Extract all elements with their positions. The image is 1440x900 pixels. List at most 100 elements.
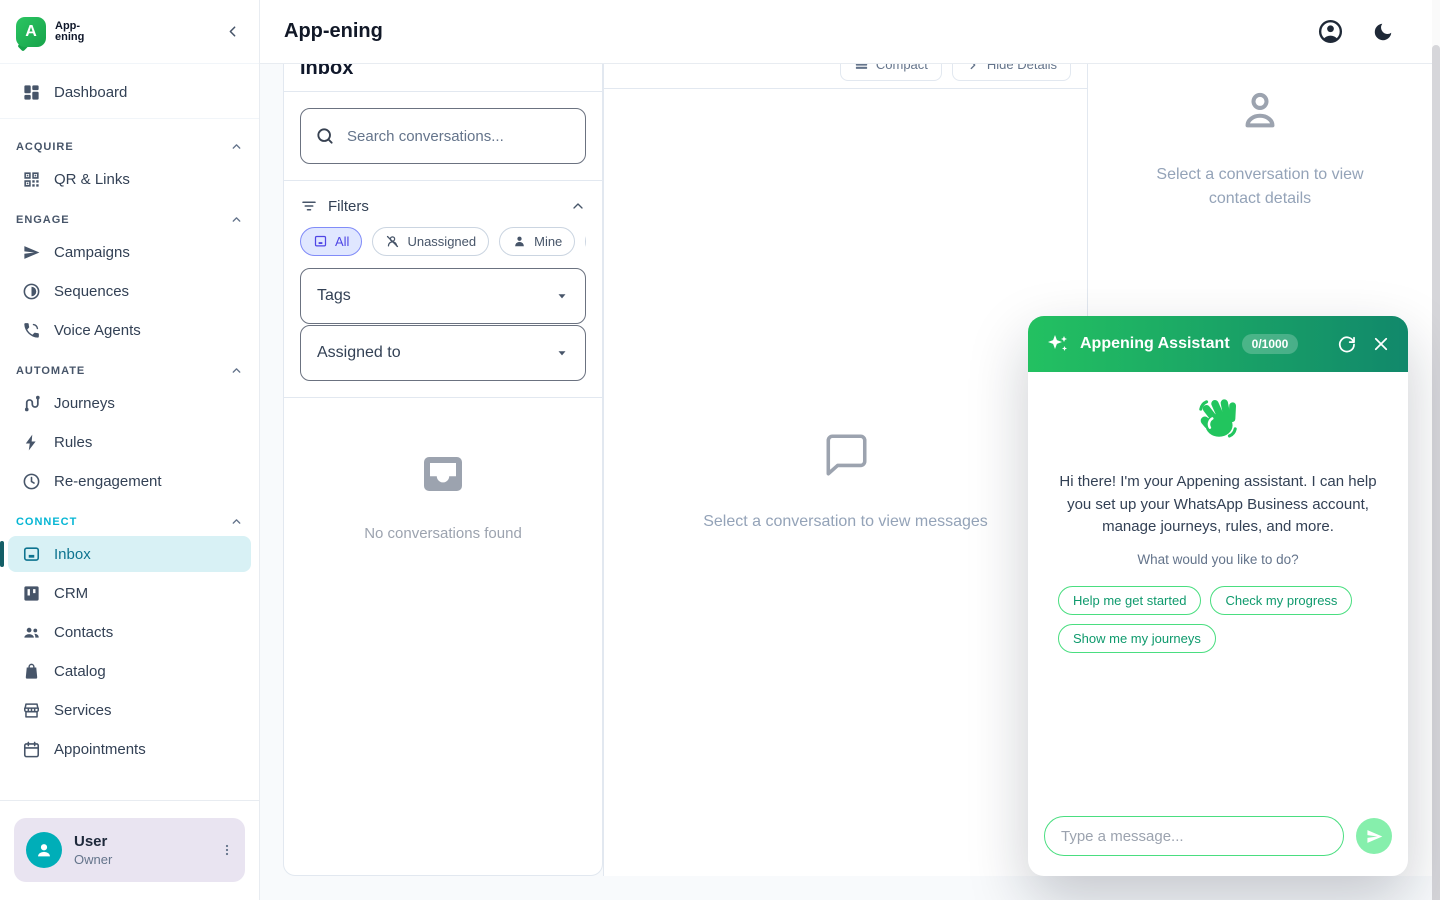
section-label: AUTOMATE	[16, 365, 85, 377]
assistant-greeting: Hi there! I'm your Appening assistant. I…	[1058, 471, 1378, 539]
filters-label: Filters	[328, 198, 369, 215]
tags-select-label: Tags	[317, 287, 351, 305]
chip-label: Unassigned	[407, 234, 476, 249]
chat-icon	[313, 234, 328, 249]
messages-header-divider	[604, 88, 1087, 89]
sidebar: A App- ening Dashboard ACQUIRE QR & Link…	[0, 0, 260, 900]
chip-mine[interactable]: Mine	[499, 227, 575, 256]
search-icon	[315, 126, 335, 146]
clock-icon	[21, 472, 41, 491]
assistant-widget: Appening Assistant 0/1000	[1028, 316, 1408, 876]
user-role: Owner	[74, 852, 112, 867]
chevron-up-icon	[230, 515, 243, 528]
inbox-tray-icon	[419, 450, 467, 498]
phone-call-icon	[21, 321, 41, 340]
user-card[interactable]: User Owner	[14, 818, 245, 882]
assistant-usage-badge: 0/1000	[1242, 334, 1299, 354]
assistant-footer	[1028, 804, 1408, 876]
divider	[0, 118, 259, 119]
sidebar-item-services[interactable]: Services	[8, 692, 251, 728]
sidebar-item-rules[interactable]: Rules	[8, 424, 251, 460]
sidebar-item-re-engagement[interactable]: Re-engagement	[8, 463, 251, 499]
sidebar-item-label: Re-engagement	[54, 473, 162, 490]
logo-line2: ening	[55, 32, 84, 43]
search-input[interactable]	[347, 128, 571, 145]
chevron-left-icon	[224, 23, 241, 40]
inbox-chat-icon	[21, 545, 41, 564]
search-box[interactable]	[300, 108, 586, 164]
sidebar-item-inbox[interactable]: Inbox	[8, 536, 251, 572]
section-acquire[interactable]: ACQUIRE	[0, 127, 259, 159]
logo-line1: App-	[55, 21, 84, 32]
kanban-icon	[21, 584, 41, 603]
section-engage[interactable]: ENGAGE	[0, 200, 259, 232]
sidebar-item-sequences[interactable]: Sequences	[8, 273, 251, 309]
section-connect[interactable]: CONNECT	[0, 502, 259, 534]
quick-reply-get-started[interactable]: Help me get started	[1058, 586, 1201, 615]
assistant-header: Appening Assistant 0/1000	[1028, 316, 1408, 372]
account-button[interactable]	[1317, 18, 1344, 45]
caret-down-icon	[555, 289, 569, 303]
sidebar-nav: Dashboard ACQUIRE QR & Links ENGAGE Camp…	[0, 64, 259, 800]
assistant-close-button[interactable]	[1372, 335, 1390, 353]
chip-unread[interactable]: Unread	[585, 227, 586, 256]
sidebar-item-qr-links[interactable]: QR & Links	[8, 161, 251, 197]
sidebar-item-label: Inbox	[54, 546, 91, 563]
sidebar-item-journeys[interactable]: Journeys	[8, 385, 251, 421]
page-title: App-ening	[284, 20, 383, 43]
dark-mode-toggle[interactable]	[1372, 21, 1394, 43]
shopping-bag-icon	[21, 662, 41, 681]
sidebar-item-label: Sequences	[54, 283, 129, 300]
sidebar-item-contacts[interactable]: Contacts	[8, 614, 251, 650]
chip-unassigned[interactable]: Unassigned	[372, 227, 489, 256]
chip-all[interactable]: All	[300, 227, 362, 256]
dashboard-icon	[21, 83, 41, 102]
chip-label: All	[335, 234, 349, 249]
send-icon	[21, 243, 41, 262]
sidebar-collapse-button[interactable]	[224, 23, 241, 40]
page-scrollbar[interactable]	[1432, 0, 1440, 900]
sparkles-icon	[1046, 332, 1070, 356]
assigned-to-select[interactable]: Assigned to	[300, 325, 586, 381]
search-section	[284, 92, 602, 181]
chevron-up-icon	[230, 140, 243, 153]
quick-reply-show-journeys[interactable]: Show me my journeys	[1058, 624, 1216, 653]
messages-panel: Compact Hide Details Select a conversati…	[603, 0, 1088, 876]
filter-chips-row: All Unassigned Mine Unread	[300, 227, 586, 256]
filters-header[interactable]: Filters	[300, 193, 586, 227]
sidebar-item-campaigns[interactable]: Campaigns	[8, 234, 251, 270]
tags-select[interactable]: Tags	[300, 268, 586, 324]
route-icon	[21, 394, 41, 413]
chevron-up-icon	[230, 213, 243, 226]
assistant-message-input[interactable]	[1044, 816, 1344, 856]
chevron-up-icon[interactable]	[570, 198, 586, 214]
assistant-prompt: What would you like to do?	[1058, 552, 1378, 567]
sidebar-item-label: Dashboard	[54, 84, 127, 101]
sidebar-item-catalog[interactable]: Catalog	[8, 653, 251, 689]
sidebar-item-label: Services	[54, 702, 112, 719]
messages-empty-state: Select a conversation to view messages	[604, 430, 1087, 531]
assistant-send-button[interactable]	[1356, 818, 1392, 854]
sidebar-item-voice-agents[interactable]: Voice Agents	[8, 312, 251, 348]
sidebar-item-label: Voice Agents	[54, 322, 141, 339]
section-automate[interactable]: AUTOMATE	[0, 351, 259, 383]
account-circle-icon	[1317, 18, 1344, 45]
sidebar-item-label: CRM	[54, 585, 88, 602]
scrollbar-thumb[interactable]	[1432, 45, 1440, 900]
user-menu-button[interactable]	[219, 842, 235, 858]
sidebar-item-appointments[interactable]: Appointments	[8, 731, 251, 767]
sidebar-item-dashboard[interactable]: Dashboard	[8, 74, 251, 110]
sidebar-item-label: QR & Links	[54, 171, 130, 188]
sidebar-item-crm[interactable]: CRM	[8, 575, 251, 611]
quick-reply-check-progress[interactable]: Check my progress	[1210, 586, 1352, 615]
details-empty-state: Select a conversation to view contact de…	[1088, 88, 1432, 211]
details-empty-line1: Select a conversation to view	[1088, 163, 1432, 187]
vertical-dots-icon	[219, 842, 235, 858]
section-label: ENGAGE	[16, 214, 70, 226]
refresh-icon	[1337, 335, 1356, 354]
assistant-refresh-button[interactable]	[1337, 335, 1356, 354]
chat-bubble-icon	[821, 430, 871, 480]
qr-code-icon	[21, 170, 41, 189]
moon-icon	[1372, 21, 1394, 43]
user-name: User	[74, 833, 112, 850]
